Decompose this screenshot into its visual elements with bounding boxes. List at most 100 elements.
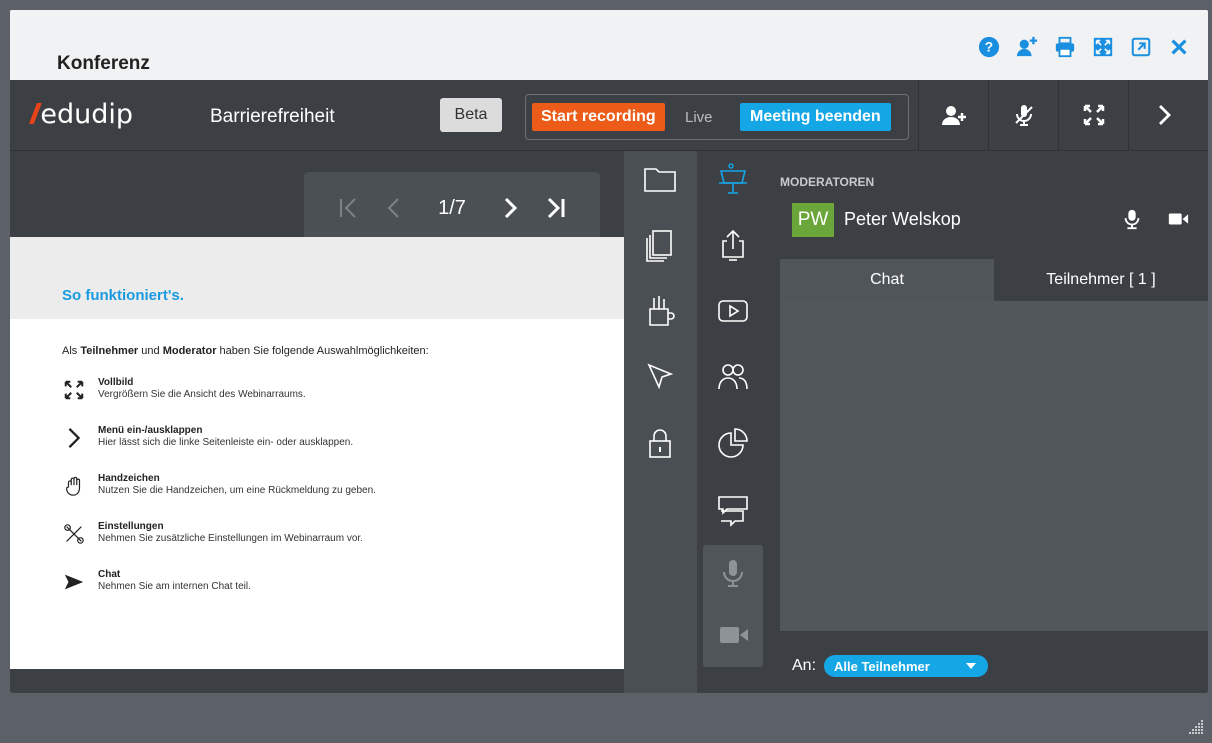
feedback-button[interactable]	[713, 489, 753, 529]
logo-mark: ///	[30, 98, 41, 129]
edudip-logo: /// edudip	[30, 98, 133, 130]
toggle-menu-button[interactable]	[1128, 80, 1199, 150]
moderators-heading: MODERATOREN	[780, 175, 875, 189]
feature-settings: Einstellungen Nehmen Sie zusätzliche Ein…	[60, 521, 363, 547]
start-recording-button[interactable]: Start recording	[532, 103, 665, 131]
logo-text: edudip	[40, 98, 133, 130]
chat-messages	[780, 301, 1208, 631]
pointer-button[interactable]	[640, 357, 680, 397]
tab-participants[interactable]: Teilnehmer [ 1 ]	[994, 259, 1208, 301]
first-slide-button[interactable]	[336, 196, 360, 220]
add-user-icon	[942, 106, 966, 125]
moderator-mic-icon[interactable]	[1120, 207, 1144, 231]
conference-window: Konferenz ? /// edudip Barrierefreiheit …	[10, 10, 1208, 693]
camera-button[interactable]	[713, 615, 753, 655]
microphone-button[interactable]	[713, 553, 753, 593]
print-icon[interactable]	[1054, 36, 1076, 58]
slide-pager: 1/7	[304, 172, 600, 244]
feature-name: Chat	[98, 569, 121, 580]
lock-icon	[649, 429, 671, 458]
poll-button[interactable]	[713, 423, 753, 463]
panel-tabs: Chat Teilnehmer [ 1 ]	[780, 259, 1208, 301]
intro-role-participant: Teilnehmer	[80, 345, 139, 357]
last-slide-button[interactable]	[544, 196, 568, 220]
slide-content: So funktioniert's. Als Teilnehmer und Mo…	[10, 237, 624, 669]
last-page-icon	[547, 197, 565, 219]
screenshare-button[interactable]	[713, 225, 753, 265]
whiteboard-tools-button[interactable]	[640, 291, 680, 331]
mute-all-button[interactable]	[988, 80, 1059, 150]
users-icon	[718, 364, 748, 390]
add-user-icon[interactable]	[1016, 36, 1038, 58]
feature-hand-raise: Handzeichen Nutzen Sie die Handzeichen, …	[60, 473, 376, 499]
intro-role-moderator: Moderator	[162, 345, 217, 357]
presentation-icon	[719, 163, 747, 194]
feature-desc: Nutzen Sie die Handzeichen, um eine Rück…	[98, 485, 376, 496]
recording-controls: Start recording Live Meeting beenden	[525, 94, 909, 140]
svg-text:?: ?	[985, 40, 993, 55]
feature-desc: Vergrößern Sie die Ansicht des Webinarra…	[98, 389, 306, 400]
beta-button[interactable]: Beta	[440, 98, 502, 132]
chevron-right-icon	[1159, 105, 1171, 125]
fullscreen-icon	[60, 377, 88, 403]
feature-desc: Nehmen Sie am internen Chat teil.	[98, 581, 251, 592]
fullscreen-icon[interactable]	[1092, 36, 1114, 58]
presentation-button[interactable]	[713, 159, 753, 199]
chevron-left-icon	[387, 198, 399, 218]
communication-panel: MODERATOREN PW Peter Welskop Chat Teilne…	[770, 151, 1208, 693]
mic-muted-icon	[1015, 105, 1033, 126]
tab-chat[interactable]: Chat	[780, 259, 994, 301]
resize-grip-icon[interactable]	[1188, 719, 1204, 735]
help-icon[interactable]: ?	[978, 36, 1000, 58]
recipient-select[interactable]: Alle Teilnehmer	[824, 655, 988, 677]
chevron-right-icon	[60, 425, 88, 451]
slide-title: So funktioniert's.	[62, 287, 184, 304]
invite-user-button[interactable]	[918, 80, 989, 150]
chevron-right-icon	[504, 197, 518, 219]
feature-name: Vollbild	[98, 377, 134, 388]
app-topbar: /// edudip Barrierefreiheit Beta Start r…	[10, 80, 1208, 151]
close-icon[interactable]	[1168, 36, 1190, 58]
play-video-icon	[718, 300, 748, 322]
cursor-icon	[647, 363, 674, 390]
popout-icon[interactable]	[1130, 36, 1152, 58]
live-status: Live	[685, 109, 713, 126]
slide-header: So funktioniert's.	[10, 237, 624, 319]
presentation-stage: 1/7 So funktioniert's. Als Teilnehmer un…	[10, 151, 624, 693]
feature-menu-toggle: Menü ein-/ausklappen Hier lässt sich die…	[60, 425, 353, 451]
media-toolbar	[697, 151, 770, 693]
prev-slide-button[interactable]	[382, 196, 406, 220]
upload-icon	[722, 229, 744, 261]
tools-icon	[60, 521, 88, 547]
end-meeting-button[interactable]: Meeting beenden	[740, 103, 891, 131]
window-title: Konferenz	[57, 53, 150, 74]
recipient-value: Alle Teilnehmer	[834, 658, 930, 674]
avatar: PW	[792, 203, 834, 237]
folder-button[interactable]	[640, 159, 680, 199]
window-titlebar: Konferenz ?	[10, 10, 1208, 80]
camera-icon	[720, 627, 748, 643]
feature-chat: Chat Nehmen Sie am internen Chat teil.	[60, 569, 251, 595]
microphone-icon	[723, 560, 743, 587]
video-button[interactable]	[713, 291, 753, 331]
webinar-title: Barrierefreiheit	[210, 106, 335, 127]
slide-intro: Als Teilnehmer und Moderator haben Sie f…	[62, 345, 429, 357]
intro-suffix: haben Sie folgende Auswahlmöglichkeiten:	[216, 345, 429, 357]
documents-button[interactable]	[640, 225, 680, 265]
fullscreen-button[interactable]	[1058, 80, 1129, 150]
feature-fullscreen: Vollbild Vergrößern Sie die Ansicht des …	[60, 377, 306, 403]
fullscreen-icon	[1083, 104, 1105, 126]
chat-footer: An: Alle Teilnehmer	[780, 631, 1208, 693]
feature-name: Einstellungen	[98, 521, 164, 532]
pencil-cup-icon	[649, 296, 675, 326]
feature-name: Handzeichen	[98, 473, 160, 484]
intro-prefix: Als	[62, 345, 81, 357]
moderator-camera-icon[interactable]	[1166, 207, 1190, 231]
next-slide-button[interactable]	[498, 196, 522, 220]
folder-icon	[644, 168, 676, 192]
av-controls	[703, 545, 763, 667]
lock-button[interactable]	[640, 423, 680, 463]
feature-desc: Hier lässt sich die linke Seitenleiste e…	[98, 437, 354, 448]
breakout-rooms-button[interactable]	[713, 357, 753, 397]
window-toolbar: ?	[978, 36, 1190, 58]
